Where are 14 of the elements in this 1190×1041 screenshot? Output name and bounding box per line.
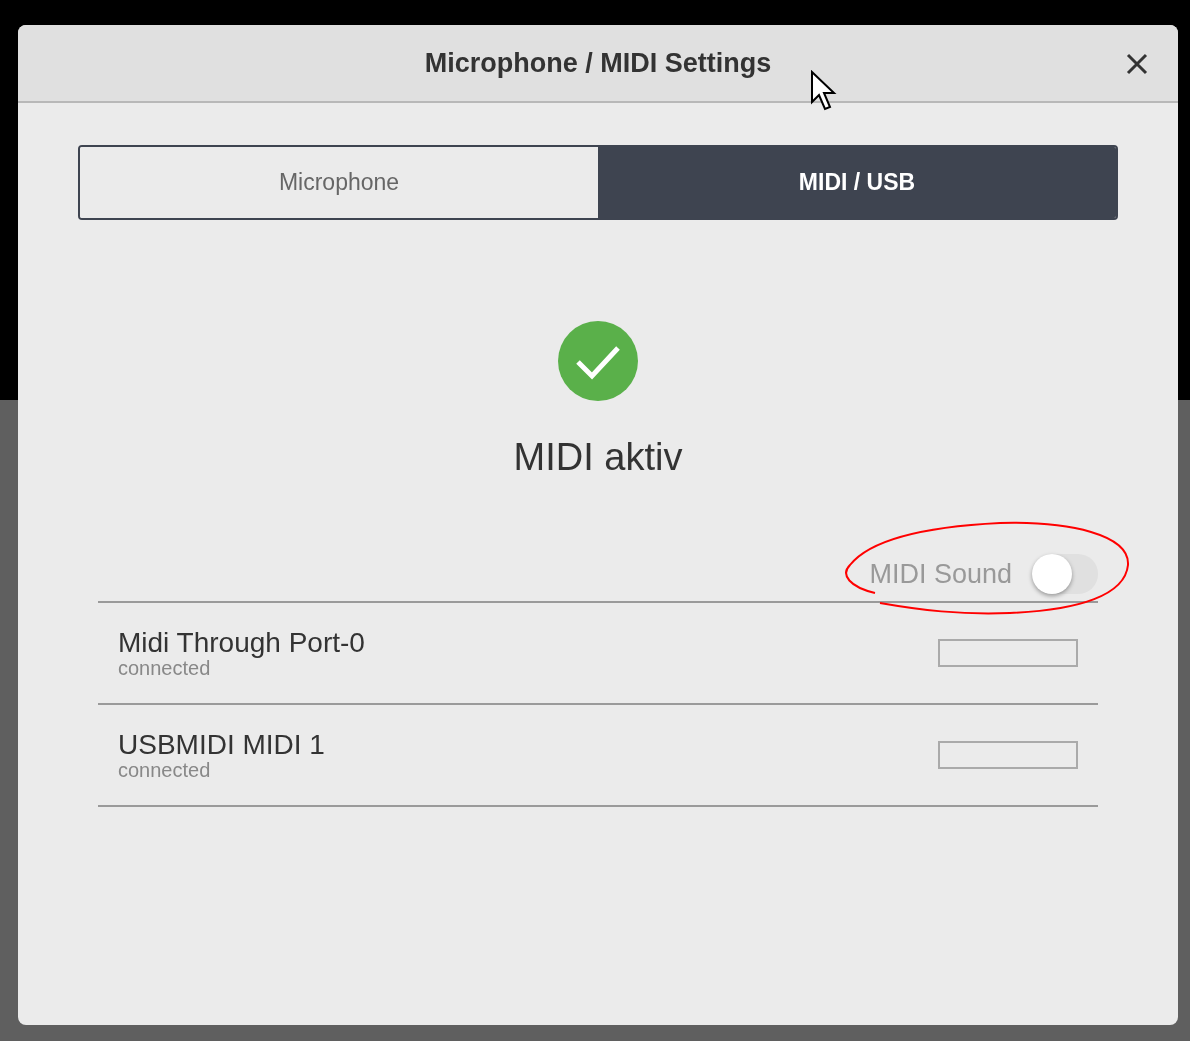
device-name: Midi Through Port-0 [118, 628, 365, 658]
input-field[interactable] [938, 639, 1078, 667]
status-text: MIDI aktiv [513, 436, 683, 479]
check-circle-icon [557, 320, 639, 402]
device-name: USBMIDI MIDI 1 [118, 730, 325, 760]
toggle-switch[interactable] [1032, 554, 1098, 594]
window-title: Microphone / MIDI Settings [424, 47, 772, 79]
cursor-icon [810, 70, 838, 112]
tab[interactable]: MIDI / USB [598, 147, 1116, 218]
device-status: connected [118, 760, 212, 780]
device-status: connected [118, 658, 211, 678]
toggle-label: MIDI Sound [869, 558, 1012, 590]
close-icon[interactable] [1126, 53, 1148, 75]
input-field[interactable] [938, 741, 1078, 769]
